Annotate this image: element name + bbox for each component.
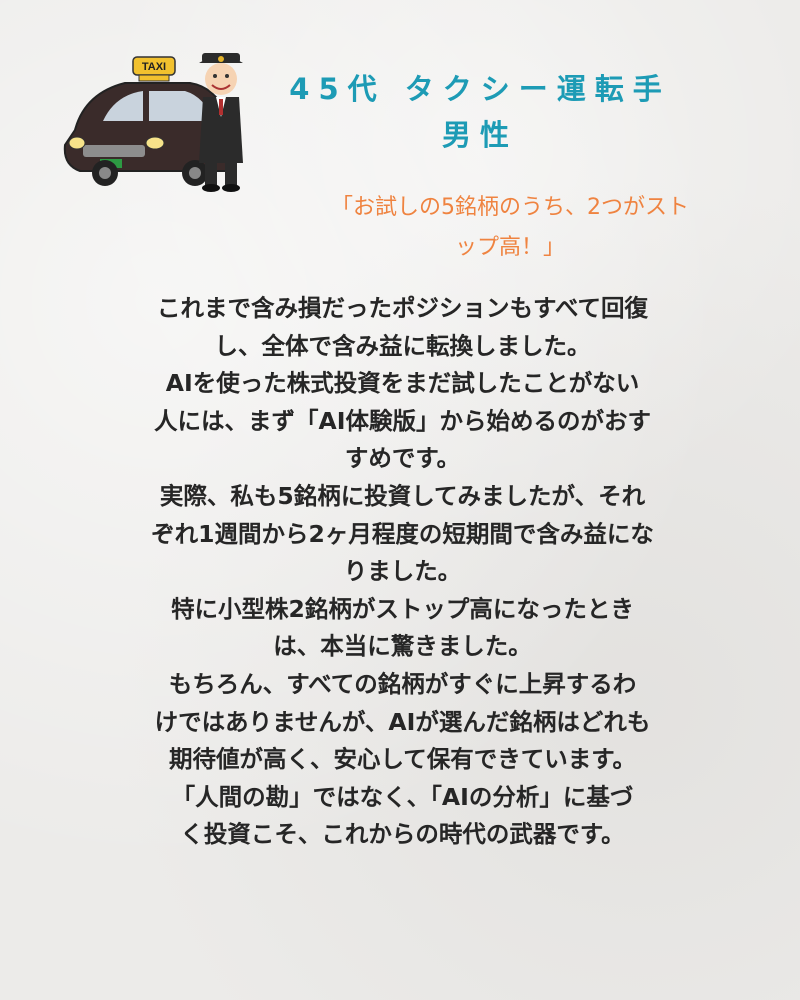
body-line: AIを使った株式投資をまだ試したことがない [165, 369, 640, 398]
body-line: し、全体で含み益に転換しました。 [214, 331, 591, 360]
testimonial-body: これまで含み損だったポジションもすべて回復 し、全体で含み益に転換しました。 A… [80, 290, 725, 854]
page-title: 45代 タクシー運転手 男性 [255, 66, 705, 158]
body-line: 特に小型株2銘柄がストップ高になったとき [171, 594, 634, 623]
body-line: すめです。 [344, 444, 461, 473]
body-line: 人には、まず「AI体験版」から始めるのがおす [154, 406, 651, 435]
body-line: は、本当に驚きました。 [273, 632, 532, 661]
body-line: りました。 [343, 557, 462, 586]
body-line: ぞれ1週間から2ヶ月程度の短期間で含み益にな [151, 519, 654, 548]
quote-line-2: ップ高！」 [454, 235, 565, 260]
body-line: けではありませんが、AIが選んだ銘柄はどれも [154, 707, 651, 736]
body-line: これまで含み損だったポジションもすべて回復 [157, 294, 648, 322]
taxi-driver-icon: TAXI [63, 53, 243, 192]
title-gender: 男性 [441, 118, 518, 152]
testimonial-quote: 「お試しの5銘柄のうち、2つがスト ップ高！」 [280, 188, 740, 268]
body-line: もちろん、すべての銘柄がすぐに上昇するわ [168, 669, 637, 698]
body-line: 「人間の勘」ではなく、「AIの分析」に基づ [171, 782, 634, 811]
quote-line-1: 「お試しの5銘柄のうち、2つがスト [331, 195, 689, 220]
title-occupation: 45代 タクシー運転手 [289, 72, 671, 106]
taxi-driver-illustration: TAXI [55, 45, 265, 195]
body-line: 期待値が高く、安心して保有できています。 [169, 745, 636, 774]
body-line: 実際、私も5銘柄に投資してみましたが、それ [159, 481, 646, 510]
taxi-sign-label: TAXI [142, 61, 166, 73]
body-line: く投資こそ、これからの時代の武器です。 [180, 820, 625, 849]
